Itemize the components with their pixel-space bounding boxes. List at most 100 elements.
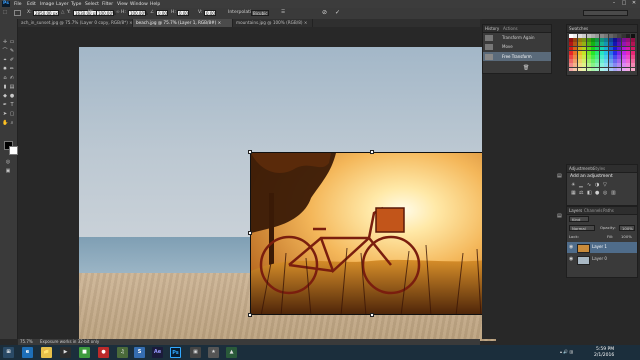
panel-collapse-icon[interactable]: ▤ <box>557 214 562 219</box>
tab-sunset[interactable]: ach_in_sunset.jpg @ 75.7% (Layer 0 copy,… <box>18 19 133 27</box>
menu-view[interactable]: View <box>117 2 128 7</box>
spotify-icon[interactable]: ♫ <box>117 347 128 358</box>
blur-tool-icon[interactable]: ◆ <box>2 93 8 99</box>
after-effects-icon[interactable]: Ae <box>152 347 163 358</box>
opacity-field[interactable]: 100% <box>619 225 635 231</box>
transform-handle-bm[interactable] <box>370 313 374 317</box>
internet-explorer-icon[interactable]: e <box>22 347 33 358</box>
x-field[interactable]: 2850.00 px <box>33 10 59 16</box>
swatch-grid[interactable] <box>569 34 635 72</box>
menu-edit[interactable]: Edit <box>27 2 36 7</box>
angle-field[interactable]: 0.00 <box>156 10 168 16</box>
color-swatch[interactable] <box>599 67 604 72</box>
screen-mode-icon[interactable]: ▣ <box>5 168 11 174</box>
cancel-transform-icon[interactable]: ⊘ <box>322 10 327 16</box>
tab-styles[interactable]: Styles <box>593 166 605 171</box>
color-lookup-adjustment-icon[interactable]: ▥ <box>611 191 616 196</box>
color-swatch[interactable] <box>613 67 617 72</box>
transform-icon[interactable]: ⬚ <box>3 10 7 16</box>
channel-mixer-adjustment-icon[interactable]: ◎ <box>603 191 607 196</box>
gradient-tool-icon[interactable]: ▤ <box>9 84 15 90</box>
dodge-tool-icon[interactable]: ● <box>9 93 15 99</box>
healing-tool-icon[interactable]: ✸ <box>2 66 8 72</box>
color-balance-adjustment-icon[interactable]: ⚖ <box>579 191 583 196</box>
workspace-select[interactable] <box>583 10 628 16</box>
pen-tool-icon[interactable]: ✒ <box>2 102 8 108</box>
app-icon[interactable]: ▲ <box>226 347 237 358</box>
tray-icons[interactable]: ▴ 🔊 ▥ <box>560 350 573 354</box>
color-swatch[interactable] <box>569 67 573 72</box>
eraser-tool-icon[interactable]: ▮ <box>2 84 8 90</box>
tab-adjustments[interactable]: Adjustments <box>569 166 594 171</box>
transform-handle-ml[interactable] <box>248 231 252 235</box>
layer-row-selected[interactable]: ◉ Layer 1 <box>567 242 637 253</box>
color-swatch[interactable] <box>626 67 631 72</box>
eyedropper-tool-icon[interactable]: ✐ <box>9 57 15 63</box>
type-tool-icon[interactable]: T <box>9 102 15 108</box>
history-item-free-transform[interactable]: Free Transform <box>502 55 532 59</box>
layer-name[interactable]: Layer 1 <box>592 245 607 249</box>
color-swatch[interactable] <box>604 67 609 72</box>
color-swatch[interactable] <box>608 67 613 72</box>
menu-select[interactable]: Select <box>85 2 99 7</box>
zoom-level[interactable]: 75.7% <box>20 340 33 344</box>
photo-filter-adjustment-icon[interactable]: ● <box>595 191 599 196</box>
quick-mask-icon[interactable]: ◎ <box>5 159 11 165</box>
tab-swatches[interactable]: Swatches <box>569 26 588 31</box>
hue-saturation-adjustment-icon[interactable]: ▦ <box>571 191 576 196</box>
app-icon[interactable]: ★ <box>208 347 219 358</box>
marquee-tool-icon[interactable]: ▭ <box>9 39 15 45</box>
stamp-tool-icon[interactable]: ⌂ <box>2 75 8 81</box>
zoom-tool-icon[interactable]: ⌕ <box>9 120 15 126</box>
media-icon[interactable]: ▶ <box>60 347 71 358</box>
transform-handle-tm[interactable] <box>370 150 374 154</box>
tab-actions[interactable]: Actions <box>503 26 518 31</box>
bicycle-photo-layer[interactable] <box>250 152 495 315</box>
transform-handle-bl[interactable] <box>248 313 252 317</box>
color-swatch[interactable] <box>621 67 626 72</box>
menu-file[interactable]: File <box>14 2 22 7</box>
width-field[interactable]: 100.00% <box>96 10 116 16</box>
tab-channels[interactable]: Channels <box>584 208 603 213</box>
warp-icon[interactable]: ☰ <box>281 10 285 16</box>
tab-mountains[interactable]: mountains.jpg @ 100% (RGB/8) × <box>233 19 313 27</box>
menu-layer[interactable]: Layer <box>56 2 69 7</box>
color-swatch[interactable] <box>582 67 587 72</box>
reference-point-icon[interactable] <box>14 10 21 16</box>
brush-tool-icon[interactable]: ✏ <box>9 66 15 72</box>
height-field[interactable]: 100.00% <box>128 10 148 16</box>
color-swatch[interactable] <box>617 67 622 72</box>
tab-layers[interactable]: Layers <box>569 208 582 213</box>
vskew-field[interactable]: 0.00 <box>204 10 216 16</box>
photoshop-taskbar-icon[interactable]: Ps <box>170 347 181 358</box>
layer-row[interactable]: ◉ Layer 0 <box>567 254 637 265</box>
lasso-tool-icon[interactable]: ⌒ <box>2 48 8 54</box>
commit-transform-icon[interactable]: ✓ <box>335 10 340 16</box>
delta-icon[interactable]: △ <box>61 10 64 16</box>
clock-time[interactable]: 5:59 PM <box>596 347 614 352</box>
red-app-icon[interactable]: ● <box>98 347 109 358</box>
color-swatch[interactable] <box>586 67 591 72</box>
history-brush-tool-icon[interactable]: ✍ <box>9 75 15 81</box>
file-explorer-icon[interactable]: 📁 <box>41 347 52 358</box>
move-tool-icon[interactable]: ✛ <box>2 39 8 45</box>
layer-name[interactable]: Layer 0 <box>592 257 607 261</box>
restore-button[interactable]: □ <box>620 1 628 6</box>
fill-value[interactable]: 100% <box>621 235 632 239</box>
clock-date[interactable]: 2/1/2016 <box>594 353 614 358</box>
color-swatch[interactable] <box>630 67 635 72</box>
vibrance-adjustment-icon[interactable]: ▽ <box>603 183 607 188</box>
app-icon[interactable]: ▣ <box>190 347 201 358</box>
color-swatch[interactable] <box>573 67 578 72</box>
black-white-adjustment-icon[interactable]: ◧ <box>587 191 592 196</box>
history-item-move[interactable]: Move <box>502 45 513 49</box>
tab-history[interactable]: History <box>485 26 499 31</box>
transform-handle-tl[interactable] <box>248 150 252 154</box>
eye-icon[interactable]: ◉ <box>569 257 573 262</box>
color-swatch[interactable] <box>577 67 582 72</box>
tab-beach[interactable]: beach.jpg @ 75.7% (Layer 1, RGB/8#) × <box>133 19 233 27</box>
brightness-adjustment-icon[interactable]: ☀ <box>571 183 575 188</box>
crop-tool-icon[interactable]: ⌖ <box>2 57 8 63</box>
hskew-field[interactable]: 0.00 <box>177 10 189 16</box>
tab-paths[interactable]: Paths <box>603 208 614 213</box>
